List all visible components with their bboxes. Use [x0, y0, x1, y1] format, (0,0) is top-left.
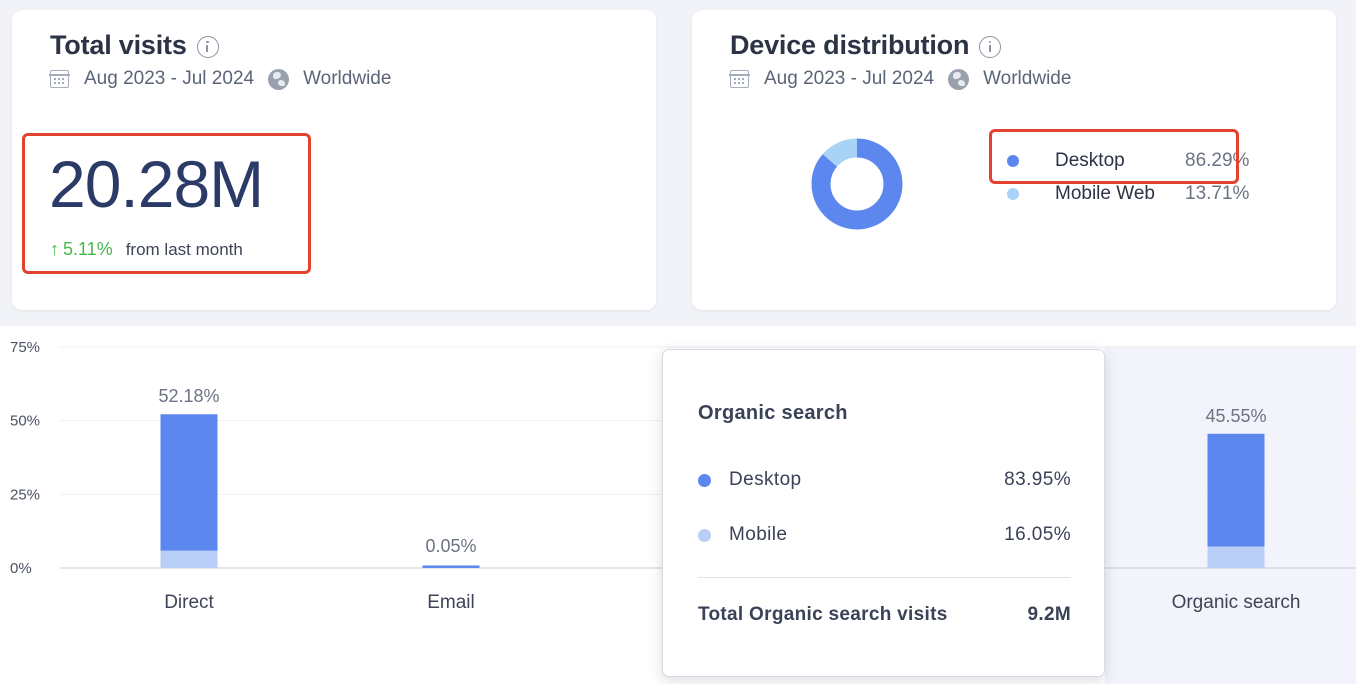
region: Worldwide: [303, 68, 392, 89]
y-tick-label: 25%: [10, 486, 40, 503]
desktop-dot-icon: [698, 473, 711, 487]
globe-icon: [268, 68, 290, 90]
calendar-icon: [729, 70, 750, 88]
mobile-web-dot-icon: [1007, 188, 1019, 200]
y-tick-label: 0%: [10, 560, 32, 577]
date-range: Aug 2023 - Jul 2024: [764, 68, 935, 89]
device-title-row: Device distribution: [730, 30, 1002, 61]
organic-search-tooltip: Organic search Desktop 83.95% Mobile 16.…: [662, 349, 1105, 677]
tooltip-row-mobile: Mobile 16.05%: [698, 524, 1071, 546]
tooltip-total-value: 9.2M: [1027, 604, 1071, 625]
bar-direct-desktop[interactable]: [160, 414, 218, 551]
bar-email-desktop[interactable]: [422, 565, 480, 568]
tooltip-title: Organic search: [698, 402, 848, 424]
tooltip-row-value: 83.95%: [1004, 469, 1071, 490]
bar-organic-search-mobile[interactable]: [1207, 546, 1265, 568]
device-distribution-title: Device distribution: [730, 30, 970, 60]
region: Worldwide: [983, 68, 1072, 89]
bar-direct-mobile[interactable]: [160, 550, 218, 568]
bar-organic-search-desktop[interactable]: [1207, 433, 1265, 547]
legend-percent: 13.71%: [1185, 183, 1250, 204]
bar-value-label: 0.05%: [425, 536, 476, 556]
calendar-icon: [49, 70, 70, 88]
bar-value-label: 52.18%: [158, 386, 219, 406]
total-visits-subline: Aug 2023 - Jul 2024 Worldwide: [49, 68, 392, 90]
y-tick-label: 50%: [10, 413, 40, 430]
globe-icon: [948, 68, 970, 90]
tooltip-total-label: Total Organic search visits: [698, 604, 948, 625]
device-donut-chart[interactable]: [807, 134, 907, 234]
x-category-label: Organic search: [1172, 592, 1301, 613]
info-icon[interactable]: [979, 35, 1002, 58]
highlight-box-desktop: [989, 129, 1239, 184]
x-category-label: Direct: [164, 592, 214, 613]
device-subline: Aug 2023 - Jul 2024 Worldwide: [729, 68, 1072, 90]
info-icon[interactable]: [196, 35, 219, 58]
x-category-label: Email: [427, 592, 475, 613]
y-tick-label: 75%: [10, 339, 40, 356]
tooltip-total: Total Organic search visits 9.2M: [698, 604, 1071, 626]
highlight-box-total-visits: [22, 133, 311, 274]
bar-value-label: 45.55%: [1205, 406, 1266, 426]
tooltip-row-label: Desktop: [729, 469, 802, 490]
tooltip-row-label: Mobile: [729, 524, 788, 545]
legend-label: Mobile Web: [1055, 183, 1155, 204]
total-visits-title-row: Total visits: [50, 30, 219, 61]
date-range: Aug 2023 - Jul 2024: [84, 68, 255, 89]
legend-item-mobile-web[interactable]: Mobile Web 13.71%: [1007, 183, 1249, 205]
mobile-dot-icon: [698, 528, 711, 542]
tooltip-divider: [698, 577, 1071, 578]
tooltip-row-desktop: Desktop 83.95%: [698, 469, 1071, 491]
tooltip-row-value: 16.05%: [1004, 524, 1071, 545]
total-visits-title: Total visits: [50, 30, 187, 60]
